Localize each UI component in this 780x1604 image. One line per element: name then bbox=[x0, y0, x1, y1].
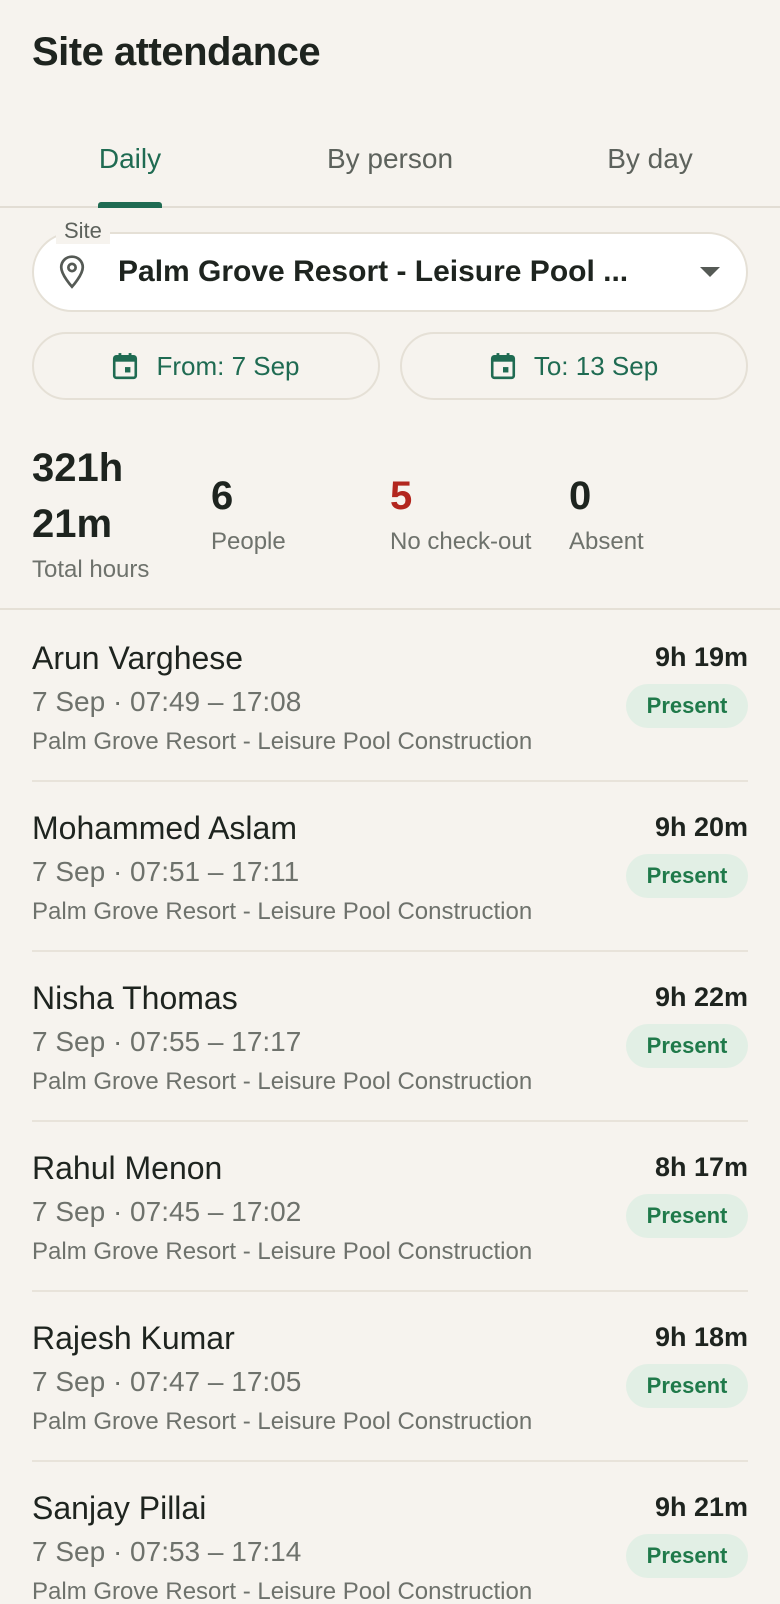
attendance-row[interactable]: Nisha Thomas 7 Sep · 07:55 – 17:17 Palm … bbox=[32, 952, 748, 1122]
total-hours-minutes: 21m bbox=[32, 502, 113, 546]
calendar-icon bbox=[113, 353, 138, 380]
status-badge: Present bbox=[626, 1364, 748, 1408]
tab-daily[interactable]: Daily bbox=[0, 120, 260, 208]
page-title: Site attendance bbox=[32, 30, 321, 74]
hours-worked: 9h 18m bbox=[654, 1322, 748, 1352]
check-times: 7 Sep · 07:55 – 17:17 bbox=[32, 1026, 302, 1057]
status-badge: Present bbox=[626, 854, 748, 898]
row-site-name: Palm Grove Resort - Leisure Pool Constru… bbox=[32, 1408, 533, 1435]
no-checkout-label: No check-out bbox=[390, 528, 532, 555]
worker-name: Arun Varghese bbox=[32, 640, 244, 676]
summary-stats: 321h 21m Total hours 6 People 5 No check… bbox=[0, 430, 780, 610]
people-label: People bbox=[211, 528, 286, 555]
attendance-row[interactable]: Sanjay Pillai 7 Sep · 07:53 – 17:14 Palm… bbox=[32, 1462, 748, 1604]
row-site-name: Palm Grove Resort - Leisure Pool Constru… bbox=[32, 1068, 533, 1095]
stat-absent: 0 Absent bbox=[569, 468, 644, 556]
attendance-row[interactable]: Mohammed Aslam 7 Sep · 07:51 – 17:11 Pal… bbox=[32, 782, 748, 952]
from-date-label: From: 7 Sep bbox=[156, 350, 300, 381]
status-badge: Present bbox=[626, 1194, 748, 1238]
tab-by-day-label: By day bbox=[607, 143, 693, 174]
stat-no-checkout: 5 No check-out bbox=[390, 468, 531, 556]
total-hours-label: Total hours bbox=[32, 556, 150, 583]
to-date-button[interactable]: To: 13 Sep bbox=[400, 332, 748, 400]
check-times: 7 Sep · 07:47 – 17:05 bbox=[32, 1366, 302, 1397]
to-date-label: To: 13 Sep bbox=[533, 350, 659, 381]
row-site-name: Palm Grove Resort - Leisure Pool Constru… bbox=[32, 1238, 533, 1265]
location-pin-icon bbox=[59, 255, 85, 289]
total-hours-hours: 321h bbox=[32, 446, 124, 490]
attendance-row[interactable]: Rajesh Kumar 7 Sep · 07:47 – 17:05 Palm … bbox=[32, 1292, 748, 1462]
site-select-value: Palm Grove Resort - Leisure Pool ... bbox=[118, 255, 629, 288]
hours-worked: 8h 17m bbox=[654, 1152, 748, 1182]
attendance-row[interactable]: Rahul Menon 7 Sep · 07:45 – 17:02 Palm G… bbox=[32, 1122, 748, 1292]
worker-name: Sanjay Pillai bbox=[32, 1490, 207, 1526]
status-badge: Present bbox=[626, 1534, 748, 1578]
site-select-label: Site bbox=[56, 218, 110, 244]
tab-by-person[interactable]: By person bbox=[260, 120, 520, 206]
attendance-row[interactable]: Arun Varghese 7 Sep · 07:49 – 17:08 Palm… bbox=[32, 612, 748, 782]
stat-total-hours: 321h 21m Total hours bbox=[32, 440, 182, 584]
dropdown-arrow-icon bbox=[700, 267, 720, 277]
status-badge: Present bbox=[626, 684, 748, 728]
worker-name: Rajesh Kumar bbox=[32, 1320, 235, 1356]
tab-by-day[interactable]: By day bbox=[520, 120, 780, 206]
hours-worked: 9h 19m bbox=[654, 642, 748, 672]
active-tab-indicator bbox=[98, 202, 162, 208]
check-times: 7 Sep · 07:53 – 17:14 bbox=[32, 1536, 302, 1567]
tab-daily-label: Daily bbox=[98, 143, 162, 174]
check-times: 7 Sep · 07:45 – 17:02 bbox=[32, 1196, 302, 1227]
people-value: 6 bbox=[211, 474, 234, 518]
no-checkout-value: 5 bbox=[390, 474, 413, 518]
tab-by-person-label: By person bbox=[326, 143, 454, 174]
hours-worked: 9h 21m bbox=[654, 1492, 748, 1522]
row-site-name: Palm Grove Resort - Leisure Pool Constru… bbox=[32, 898, 533, 925]
status-badge: Present bbox=[626, 1024, 748, 1068]
row-site-name: Palm Grove Resort - Leisure Pool Constru… bbox=[32, 728, 533, 755]
calendar-icon bbox=[490, 353, 515, 380]
site-select[interactable]: Palm Grove Resort - Leisure Pool ... bbox=[32, 232, 748, 312]
hours-worked: 9h 22m bbox=[654, 982, 748, 1012]
view-tabs: Daily By person By day bbox=[0, 120, 780, 208]
hours-worked: 9h 20m bbox=[654, 812, 748, 842]
worker-name: Mohammed Aslam bbox=[32, 810, 297, 846]
stat-people: 6 People bbox=[211, 468, 286, 556]
check-times: 7 Sep · 07:49 – 17:08 bbox=[32, 686, 302, 717]
absent-value: 0 bbox=[569, 474, 592, 518]
row-site-name: Palm Grove Resort - Leisure Pool Constru… bbox=[32, 1578, 533, 1604]
worker-name: Nisha Thomas bbox=[32, 980, 238, 1016]
from-date-button[interactable]: From: 7 Sep bbox=[32, 332, 380, 400]
attendance-list: Arun Varghese 7 Sep · 07:49 – 17:08 Palm… bbox=[0, 612, 780, 1604]
check-times: 7 Sep · 07:51 – 17:11 bbox=[32, 856, 300, 887]
worker-name: Rahul Menon bbox=[32, 1150, 223, 1186]
absent-label: Absent bbox=[569, 528, 644, 555]
